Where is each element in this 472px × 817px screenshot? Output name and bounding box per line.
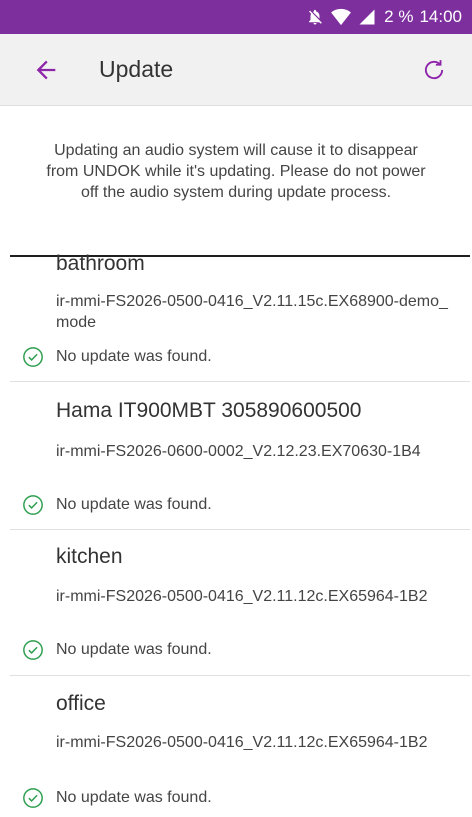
cell-signal-icon xyxy=(359,9,375,25)
wifi-icon xyxy=(331,8,352,26)
refresh-icon[interactable] xyxy=(420,56,448,84)
check-circle-icon xyxy=(23,788,43,808)
update-status: No update was found. xyxy=(22,493,212,517)
device-name: Hama IT900MBT 305890600500 xyxy=(56,399,362,422)
notifications-off-icon xyxy=(309,9,322,25)
status-text: No update was found. xyxy=(56,641,212,658)
battery-text: 2 % xyxy=(384,7,414,26)
firmware-version: ir-mmi-FS2026-0500-0416_V2.11.15c.EX6890… xyxy=(56,293,448,331)
app-bar: Update xyxy=(0,34,472,106)
update-notice: Updating an audio system will cause it t… xyxy=(46,142,426,201)
firmware-version: ir-mmi-FS2026-0600-0002_V2.12.23.EX70630… xyxy=(56,443,421,460)
firmware-version: ir-mmi-FS2026-0500-0416_V2.11.12c.EX6596… xyxy=(56,734,428,751)
check-circle-icon xyxy=(23,495,43,515)
check-circle-icon xyxy=(23,347,43,367)
arrow-left-icon[interactable] xyxy=(32,56,60,84)
check-circle-icon xyxy=(23,640,43,660)
page-title: Update xyxy=(99,56,174,82)
status-text: No update was found. xyxy=(56,348,212,365)
update-status: No update was found. xyxy=(22,638,212,662)
device-name: office xyxy=(56,692,106,715)
divider xyxy=(10,529,470,530)
status-text: No update was found. xyxy=(56,789,212,806)
clock: 14:00 xyxy=(419,7,462,26)
device-name: bathroom xyxy=(56,252,145,275)
divider xyxy=(10,381,470,382)
status-text: No update was found. xyxy=(56,496,212,513)
update-status: No update was found. xyxy=(22,786,212,810)
update-status: No update was found. xyxy=(22,345,212,369)
firmware-version: ir-mmi-FS2026-0500-0416_V2.11.12c.EX6596… xyxy=(56,588,428,605)
device-name: kitchen xyxy=(56,545,123,568)
status-bar: 2 % 14:00 xyxy=(0,0,472,34)
divider xyxy=(10,675,470,676)
